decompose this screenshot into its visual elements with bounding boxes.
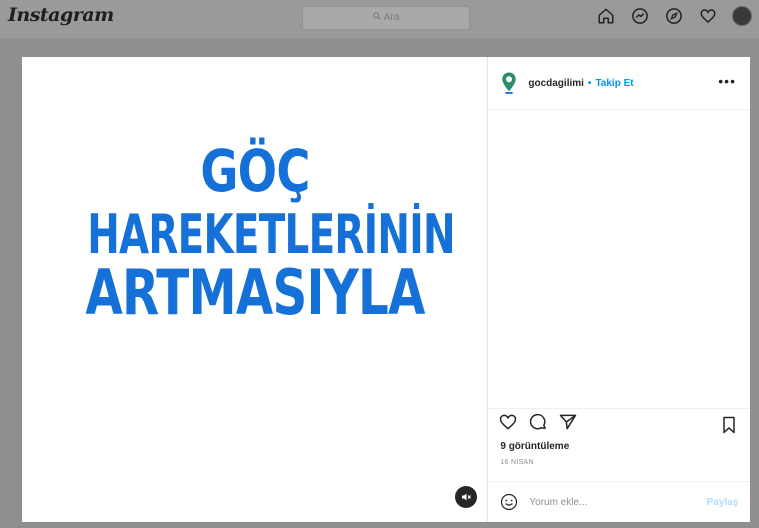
post-date[interactable]: 16 NİSAN — [488, 452, 750, 466]
emoji-icon[interactable] — [500, 493, 518, 511]
comment-bar: Paylaş — [488, 481, 751, 522]
instagram-logo[interactable]: Instagram — [8, 4, 114, 26]
follow-separator: • — [587, 77, 592, 89]
post-comment-button[interactable]: Paylaş — [707, 497, 739, 508]
profile-avatar[interactable] — [731, 5, 753, 27]
share-paper-plane-icon[interactable] — [558, 412, 578, 437]
post-header: gocdagilimi • Takip Et ••• — [488, 57, 750, 110]
more-options-button[interactable]: ••• — [718, 73, 736, 89]
comments-area — [488, 110, 750, 409]
messenger-icon[interactable] — [629, 5, 651, 27]
location-pin-avatar-icon[interactable] — [500, 71, 518, 95]
follow-button[interactable]: Takip Et — [595, 78, 633, 89]
heart-icon[interactable] — [697, 5, 719, 27]
search-box[interactable]: Ara — [302, 6, 470, 30]
mute-button[interactable] — [455, 486, 477, 508]
post-sidebar: gocdagilimi • Takip Et ••• 9 görüntüleme… — [488, 57, 751, 522]
bottom-backdrop — [0, 522, 759, 528]
bookmark-icon[interactable] — [720, 415, 738, 440]
media-line-1: GÖÇ — [200, 137, 310, 205]
view-count[interactable]: 9 görüntüleme — [488, 439, 750, 452]
post-username[interactable]: gocdagilimi — [528, 78, 584, 89]
explore-icon[interactable] — [663, 5, 685, 27]
comment-icon[interactable] — [528, 412, 548, 437]
media-line-3: ARTMASIYLA — [85, 256, 425, 329]
speaker-muted-icon — [462, 493, 471, 501]
post-actions — [488, 409, 750, 439]
search-icon — [372, 7, 381, 29]
search-placeholder: Ara — [383, 12, 400, 23]
post-media[interactable]: GÖÇ HAREKETLERİNİN ARTMASIYLA — [22, 57, 489, 522]
home-icon[interactable] — [595, 5, 617, 27]
instagram-top-bar: Instagram Ara — [0, 0, 759, 39]
post-media-text: GÖÇ HAREKETLERİNİN ARTMASIYLA — [22, 137, 488, 329]
comment-input[interactable] — [527, 495, 682, 509]
like-heart-icon[interactable] — [498, 412, 518, 437]
post-modal: GÖÇ HAREKETLERİNİN ARTMASIYLA gocdagilim… — [22, 57, 751, 522]
